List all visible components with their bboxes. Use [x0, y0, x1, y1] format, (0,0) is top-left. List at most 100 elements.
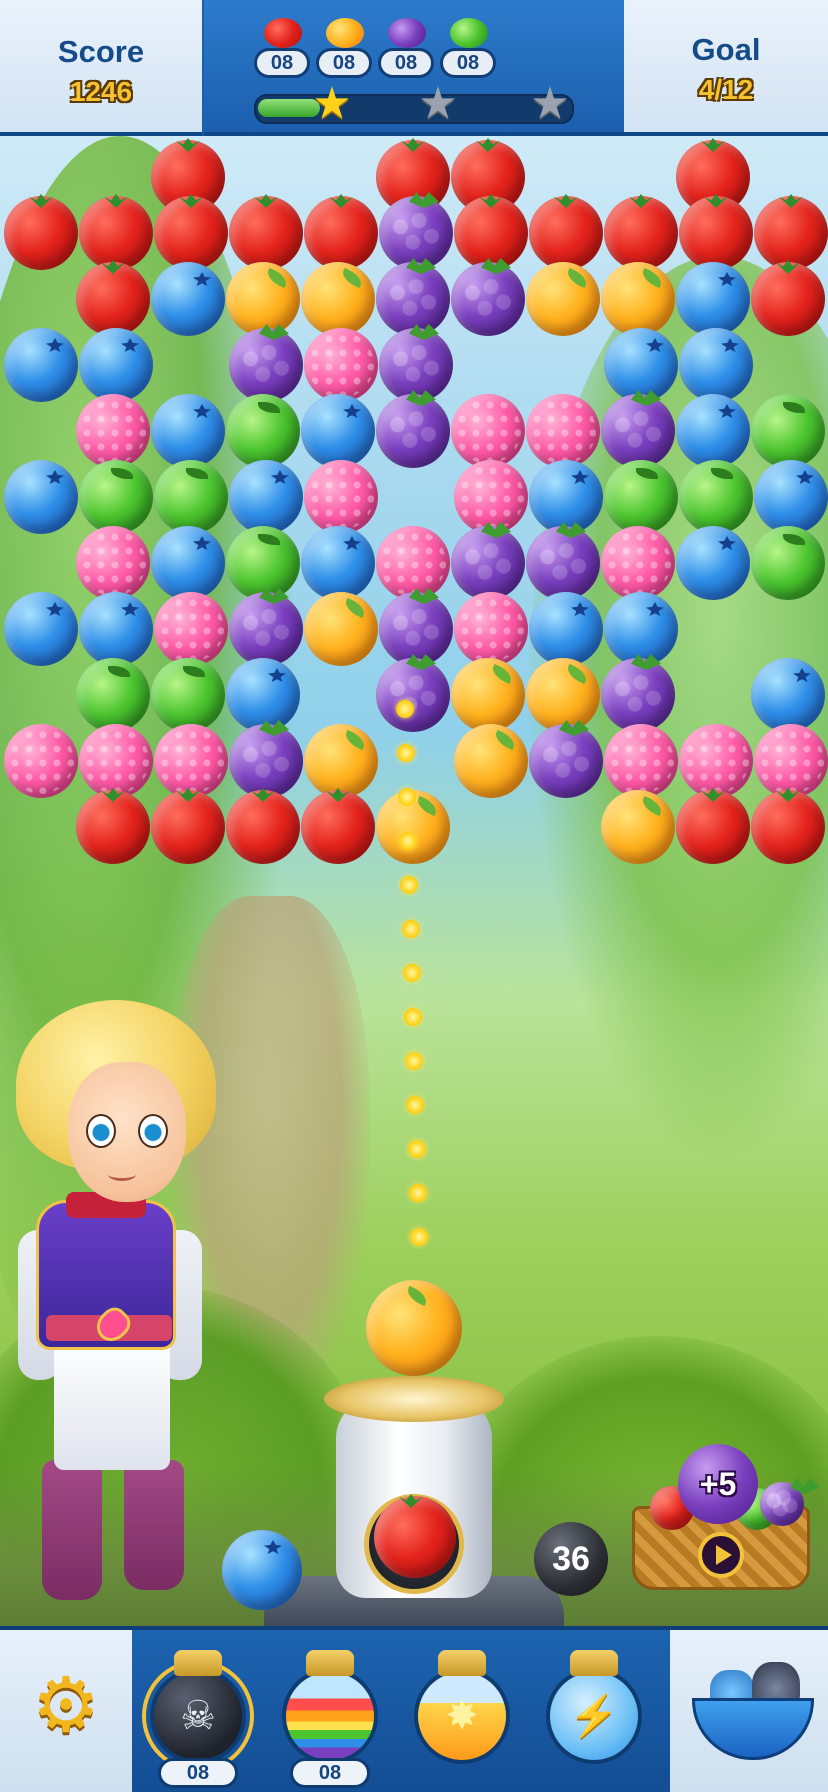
- goal-label: Goal: [691, 32, 761, 67]
- bubble-berry: [154, 592, 228, 666]
- grape-icon: [388, 18, 426, 48]
- bubble-grape: [601, 658, 675, 732]
- booster-count: 08: [158, 1758, 238, 1788]
- score-label: Score: [57, 34, 145, 69]
- target-tomato: 08: [254, 16, 310, 86]
- booster-fire[interactable]: ✸: [402, 1642, 522, 1792]
- bubble-blue: [151, 394, 225, 468]
- target-grape: 08: [378, 16, 434, 86]
- bubble-tomato: [529, 196, 603, 270]
- bubble-orange: [526, 658, 600, 732]
- bubble-grape: [229, 724, 303, 798]
- goal-value: 4/12: [698, 74, 754, 105]
- bubble-grape: [451, 262, 525, 336]
- bubble-orange: [601, 790, 675, 864]
- apple-icon: [450, 18, 488, 48]
- bubble-berry: [754, 724, 828, 798]
- aim-dot: [395, 700, 414, 718]
- aim-dot: [402, 964, 421, 982]
- bubble-berry: [526, 394, 600, 468]
- potion-bowl-icon[interactable]: [692, 1662, 814, 1762]
- booster-rainbow[interactable]: 08: [270, 1642, 390, 1792]
- skull-icon: ☠: [180, 1694, 216, 1738]
- bubble-green: [226, 526, 300, 600]
- bubble-grape: [376, 394, 450, 468]
- target-count: 08: [440, 48, 496, 78]
- bubble-berry: [451, 394, 525, 468]
- bonus-basket[interactable]: +5: [632, 1444, 812, 1590]
- fire-icon: ✸: [445, 1694, 479, 1738]
- bonus-label: +5: [678, 1444, 758, 1524]
- star-icon-empty: ★: [418, 79, 458, 128]
- bubble-green: [679, 460, 753, 534]
- bubble-tomato: [76, 790, 150, 864]
- score-panel: Score 1246: [0, 0, 202, 136]
- aim-dot: [398, 788, 416, 806]
- bubble-blue: [301, 526, 375, 600]
- swap-bubble[interactable]: [222, 1530, 302, 1610]
- bubble-grape: [229, 592, 303, 666]
- bubble-tomato: [226, 790, 300, 864]
- bubble-tomato: [304, 196, 378, 270]
- score-value: 1246: [69, 76, 133, 107]
- bubble-blue: [754, 460, 828, 534]
- bubble-grape: [379, 328, 453, 402]
- bubble-tomato: [754, 196, 828, 270]
- bubble-blue: [226, 658, 300, 732]
- tomato-icon: [264, 18, 302, 48]
- bubble-green: [604, 460, 678, 534]
- bubble-blue: [4, 592, 78, 666]
- bubble-blue: [229, 460, 303, 534]
- bubble-blue: [529, 460, 603, 534]
- star-icon-empty: ★: [530, 79, 570, 128]
- bubble-berry: [79, 724, 153, 798]
- bubble-grape: [526, 526, 600, 600]
- bubble-blue: [676, 394, 750, 468]
- bubble-green: [226, 394, 300, 468]
- bubble-blue: [151, 526, 225, 600]
- aim-dot: [407, 1140, 426, 1158]
- bubble-green: [151, 658, 225, 732]
- bubble-berry: [304, 460, 378, 534]
- moves-counter: 36: [534, 1522, 608, 1596]
- bubble-tomato: [676, 790, 750, 864]
- aim-dot: [401, 920, 420, 938]
- bubble-blue: [529, 592, 603, 666]
- bubble-grape: [379, 592, 453, 666]
- bubble-blue: [4, 460, 78, 534]
- top-bar: Score 1246 08 08 08 08 ★ ★ ★ Goal 4/12: [0, 0, 828, 136]
- aim-dot: [408, 1184, 427, 1202]
- bubble-blue: [676, 262, 750, 336]
- bubble-berry: [154, 724, 228, 798]
- bubble-berry: [76, 394, 150, 468]
- booster-bomb[interactable]: ☠ 08: [138, 1642, 258, 1792]
- gear-icon[interactable]: ⚙: [28, 1668, 104, 1744]
- bubble-berry: [679, 724, 753, 798]
- target-count: 08: [316, 48, 372, 78]
- booster-lightning[interactable]: ⚡: [534, 1642, 654, 1792]
- bubble-orange: [526, 262, 600, 336]
- bubble-grape: [229, 328, 303, 402]
- bubble-tomato: [751, 262, 825, 336]
- bubble-orange: [601, 262, 675, 336]
- aim-dot: [396, 744, 415, 762]
- bubble-berry: [604, 724, 678, 798]
- bubble-orange: [226, 262, 300, 336]
- booster-count: 08: [290, 1758, 370, 1788]
- next-bubble[interactable]: [374, 1496, 456, 1578]
- orange-icon: [326, 18, 364, 48]
- bubble-berry: [4, 724, 78, 798]
- bubble-blue: [679, 328, 753, 402]
- level-progress-bar: [254, 94, 574, 124]
- play-icon[interactable]: [698, 1532, 744, 1578]
- bubble-orange: [304, 592, 378, 666]
- bubble-tomato: [229, 196, 303, 270]
- current-bubble: [366, 1280, 462, 1376]
- bubble-blue: [79, 328, 153, 402]
- bubble-tomato: [4, 196, 78, 270]
- star-icon-earned: ★: [312, 79, 352, 128]
- bubble-tomato: [154, 196, 228, 270]
- bubble-green: [751, 526, 825, 600]
- rainbow-icon: [282, 1668, 378, 1764]
- goal-panel: Goal 4/12: [624, 0, 828, 136]
